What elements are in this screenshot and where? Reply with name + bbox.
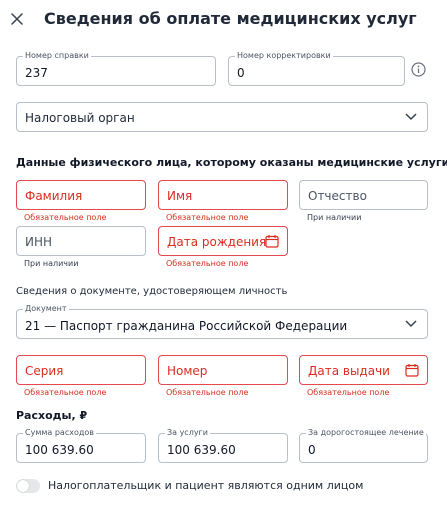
tax-authority-select[interactable]: Налоговый орган — [16, 102, 428, 132]
surname-placeholder: Фамилия — [25, 189, 83, 203]
name-placeholder: Имя — [167, 189, 193, 203]
expensive-treatment-label: За дорогостоящее лечение — [306, 428, 426, 438]
expenses-title: Расходы, ₽ — [16, 409, 88, 422]
calendar-icon[interactable] — [265, 234, 279, 248]
name-required-hint: Обязательное поле — [166, 213, 249, 222]
page-title: Сведения об оплате медицинских услуг — [44, 9, 417, 28]
header: Сведения об оплате медицинских услуг — [0, 0, 447, 40]
issue-date-required-hint: Обязательное поле — [307, 388, 390, 397]
chevron-down-icon — [405, 320, 417, 328]
services-expenses-value: 100 639.60 — [167, 443, 236, 457]
series-placeholder: Серия — [25, 364, 64, 378]
certificate-number-value: 237 — [25, 66, 48, 80]
same-person-toggle[interactable] — [16, 479, 40, 493]
surname-field[interactable]: Фамилия — [16, 180, 146, 210]
birthdate-placeholder: Дата рождения — [167, 235, 267, 249]
total-expenses-value: 100 639.60 — [25, 443, 94, 457]
document-select[interactable]: Документ 21 — Паспорт гражданина Российс… — [16, 304, 428, 339]
services-expenses-label: За услуги — [165, 428, 210, 438]
document-number-placeholder: Номер — [167, 364, 208, 378]
patronymic-placeholder: Отчество — [308, 189, 367, 203]
correction-number-field[interactable]: Номер корректировки 0 — [228, 51, 405, 86]
issue-date-field[interactable]: Дата выдачи — [299, 355, 428, 385]
expensive-treatment-field[interactable]: За дорогостоящее лечение 0 — [299, 428, 428, 463]
expensive-treatment-value: 0 — [308, 443, 316, 457]
document-value: 21 — Паспорт гражданина Российской Федер… — [25, 319, 348, 333]
document-number-required-hint: Обязательное поле — [166, 388, 249, 397]
series-field[interactable]: Серия — [16, 355, 146, 385]
surname-required-hint: Обязательное поле — [24, 213, 107, 222]
person-section-title: Данные физического лица, которому оказан… — [16, 156, 447, 169]
total-expenses-label: Сумма расходов — [23, 428, 96, 438]
correction-number-value: 0 — [237, 66, 245, 80]
toggle-knob — [17, 480, 29, 492]
document-section-title: Сведения о документе, удостоверяющем лич… — [16, 286, 288, 297]
birthdate-field[interactable]: Дата рождения — [158, 226, 288, 256]
inn-placeholder: ИНН — [25, 235, 53, 249]
tax-authority-value: Налоговый орган — [25, 111, 135, 125]
close-button[interactable] — [6, 8, 28, 30]
certificate-number-label: Номер справки — [23, 51, 91, 61]
certificate-number-field[interactable]: Номер справки 237 — [16, 51, 216, 86]
name-field[interactable]: Имя — [158, 180, 288, 210]
total-expenses-field[interactable]: Сумма расходов 100 639.60 — [16, 428, 146, 463]
birthdate-required-hint: Обязательное поле — [166, 259, 249, 268]
document-label: Документ — [23, 304, 69, 314]
same-person-toggle-label[interactable]: Налогоплательщик и пациент являются одни… — [48, 479, 363, 492]
inn-optional-hint: При наличии — [24, 259, 79, 268]
close-icon — [11, 13, 23, 25]
series-required-hint: Обязательное поле — [24, 388, 107, 397]
chevron-down-icon — [405, 113, 417, 121]
issue-date-placeholder: Дата выдачи — [308, 364, 390, 378]
document-number-field[interactable]: Номер — [158, 355, 288, 385]
patronymic-optional-hint: При наличии — [307, 213, 362, 222]
calendar-icon[interactable] — [405, 363, 419, 377]
services-expenses-field[interactable]: За услуги 100 639.60 — [158, 428, 288, 463]
correction-number-label: Номер корректировки — [235, 51, 333, 61]
info-icon[interactable] — [411, 62, 426, 77]
patronymic-field[interactable]: Отчество — [299, 180, 428, 210]
inn-field[interactable]: ИНН — [16, 226, 146, 256]
